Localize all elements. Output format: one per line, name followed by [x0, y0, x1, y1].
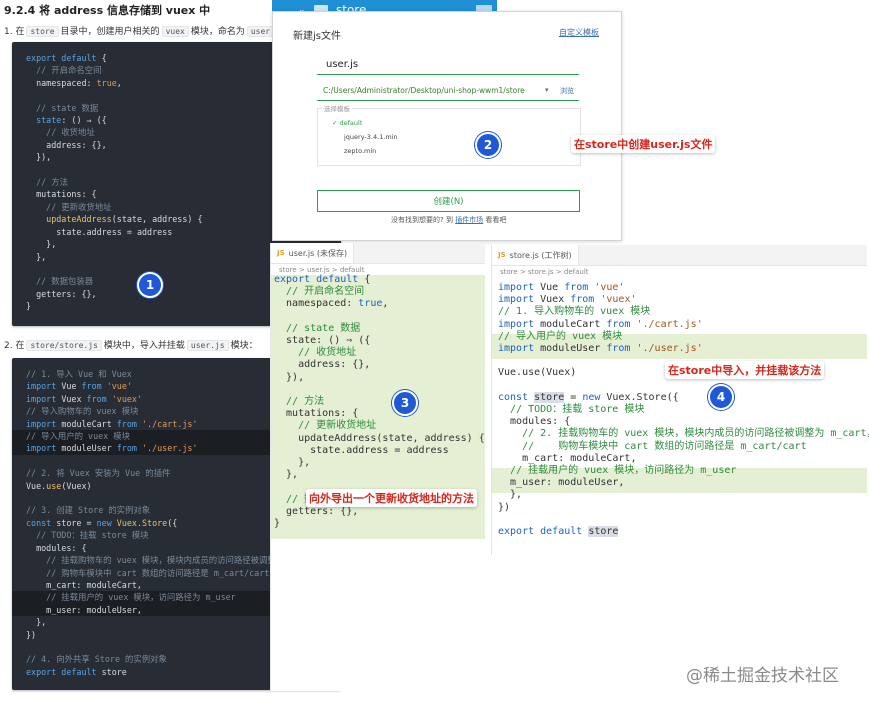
dialog-title: 新建js文件	[293, 31, 341, 42]
tab-user-js[interactable]: JS user.js (未保存)	[271, 243, 355, 263]
user-js-editor: JS user.js (未保存) store > user.js > defaul…	[270, 243, 485, 691]
template-option-jquery[interactable]: jquery-3.4.1.min	[344, 133, 398, 141]
chevron-down-icon[interactable]: ▾	[545, 86, 549, 94]
custom-template-link[interactable]: 自定义模板	[559, 27, 599, 38]
step-badge-3: 3	[392, 390, 418, 416]
section-title: 9.2.4 将 address 信息存储到 vuex 中	[4, 4, 211, 17]
template-option-default[interactable]: ✓ default	[332, 119, 362, 127]
store-js-editor: JS store.js (工作树) store > store.js > defa…	[491, 245, 869, 555]
note-export-method: 向外导出一个更新收货地址的方法	[306, 489, 477, 507]
step2-instruction: 2. 在 store/store.js 模块中，导入并挂载 user.js 模块：	[4, 340, 258, 351]
editor-tab-bar: JS store.js (工作树)	[492, 245, 867, 266]
step1-instruction: 1. 在store目录中，创建用户相关的vuex模块，命名为user.js：	[4, 24, 300, 37]
step-badge-4: 4	[708, 384, 734, 410]
check-icon: ✓	[332, 119, 340, 127]
tab-store-js[interactable]: JS store.js (工作树)	[492, 245, 579, 265]
js-file-icon: JS	[277, 249, 285, 257]
template-list: 选择模板 ✓ default jquery-3.4.1.min zepto.mi…	[317, 103, 581, 166]
filename-input[interactable]: user.js	[317, 56, 579, 75]
breadcrumb: store > store.js > default	[500, 268, 589, 276]
new-js-file-dialog: 新建js文件 自定义模板 user.js C:/Users/Administra…	[272, 11, 622, 241]
browse-button[interactable]: 浏览	[560, 86, 574, 96]
dialog-footer: 没有找到想要的? 到 插件市场 看看吧	[391, 216, 507, 224]
template-option-zepto[interactable]: zepto.min	[344, 147, 376, 155]
js-file-icon: JS	[498, 251, 506, 259]
note-create-file: 在store中创建user.js文件	[571, 135, 716, 153]
step-badge-2: 2	[475, 132, 501, 158]
watermark: @稀土掘金技术社区	[686, 666, 839, 686]
path-input[interactable]: C:/Users/Administrator/Desktop/uni-shop-…	[317, 82, 579, 101]
editor-tab-bar: JS user.js (未保存)	[271, 243, 485, 264]
store-js-code[interactable]: import Vue from 'vue' import Vuex from '…	[498, 282, 869, 538]
template-legend: 选择模板	[322, 103, 352, 113]
filename-value: user.js	[326, 59, 359, 70]
plugin-market-link[interactable]: 插件市场	[455, 216, 483, 224]
path-value: C:/Users/Administrator/Desktop/uni-shop-…	[323, 86, 525, 95]
create-button[interactable]: 创建(N)	[317, 190, 580, 212]
step-badge-1: 1	[137, 272, 163, 298]
note-import-mount: 在store中导入，并挂载该方法	[665, 361, 825, 379]
